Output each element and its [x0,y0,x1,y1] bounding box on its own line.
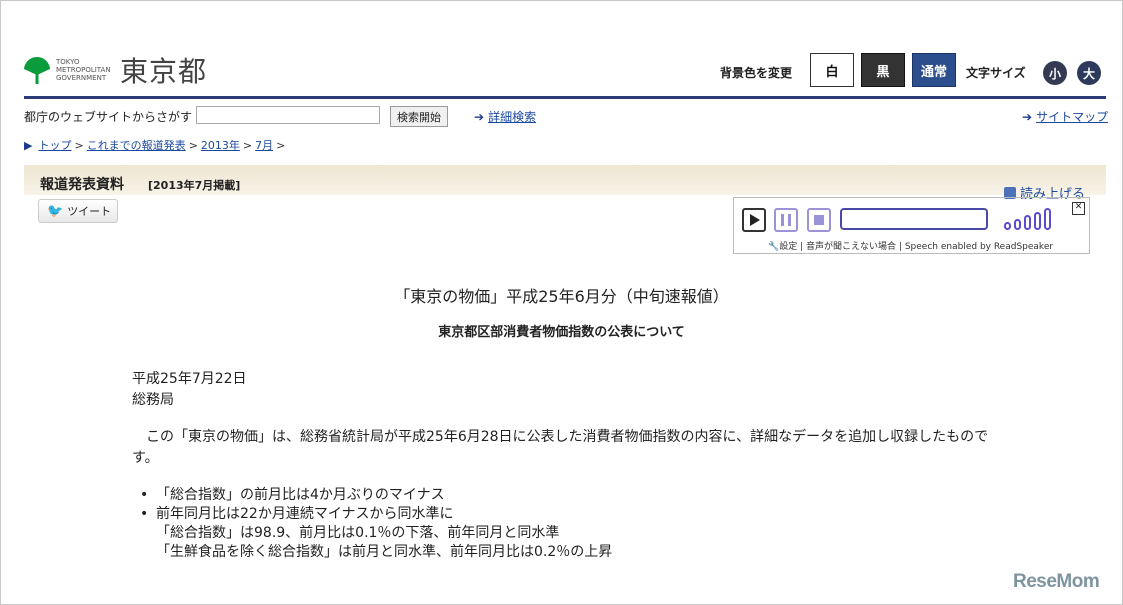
summary-list: 「総合指数」の前月比は4か月ぶりのマイナス 前年同月比は22か月連続マイナスから… [140,486,612,562]
intro-paragraph: この「東京の物価」は、総務省統計局が平成25年6月28日に公表した消費者物価指数… [132,429,989,466]
bg-normal-button[interactable]: 通常 [912,53,956,87]
breadcrumb-top[interactable]: トップ [38,137,71,153]
breadcrumb-press-archive[interactable]: これまでの報道発表 [87,137,186,153]
breadcrumb-month[interactable]: 7月 [255,137,273,153]
department: 総務局 [132,392,174,408]
pause-button[interactable] [774,208,798,232]
pause-icon [781,214,791,226]
document-subtitle: 東京都区部消費者物価指数の公表について [438,325,685,340]
sitemap-link[interactable]: ➔ サイトマップ [1022,108,1108,125]
playback-progress-bar[interactable] [840,208,988,230]
stop-icon [814,215,824,225]
arrow-right-icon: ➔ [474,110,485,124]
player-settings-link[interactable]: 設定 [779,242,797,252]
press-title: 報道発表資料 [40,177,124,193]
speech-player: ✕ 🔧設定 | 音声が聞こえない場合 | Speech enabled by R… [733,197,1090,254]
wrench-icon: 🔧 [768,242,780,252]
list-item: 「総合指数」の前月比は4か月ぶりのマイナス [140,486,612,505]
tokyo-gov-logo[interactable]: TOKYO METROPOLITAN GOVERNMENT 東京都 [24,50,207,90]
font-small-button[interactable]: 小 [1043,61,1067,85]
twitter-bird-icon: 🐦 [47,203,64,219]
player-help-link[interactable]: 音声が聞こえない場合 [806,242,896,252]
breadcrumb: ▶ トップ > これまでの報道発表 > 2013年 > 7月 > [24,137,286,153]
document-title: 「東京の物価」平成25年6月分（中旬速報値） [394,287,729,306]
triangle-right-icon: ▶ [24,138,33,152]
bg-black-button[interactable]: 黒 [861,53,905,87]
tweet-button[interactable]: 🐦 ツイート [38,199,118,223]
volume-control[interactable] [1004,208,1056,230]
list-item: 「総合指数」は98.9、前月比は0.1％の下落、前年同月と同水準 [156,525,560,541]
search-label: 都庁のウェブサイトからさがす [24,110,193,124]
search-input[interactable] [196,106,380,124]
resemom-watermark: ReseMom [1013,571,1100,592]
close-icon[interactable]: ✕ [1072,202,1085,215]
logo-title: 東京都 [120,55,208,88]
arrow-right-icon: ➔ [1022,110,1033,124]
bg-color-label: 背景色を変更 [720,66,793,80]
advanced-search-link[interactable]: ➔ 詳細検索 [474,108,536,125]
font-size-label: 文字サイズ [966,66,1026,80]
stop-button[interactable] [807,208,831,232]
release-date: 平成25年7月22日 [132,371,247,387]
logo-subtitle: TOKYO METROPOLITAN GOVERNMENT [56,58,111,82]
player-footer: 🔧設定 | 音声が聞こえない場合 | Speech enabled by Rea… [768,242,1054,252]
list-item: 前年同月比は22か月連続マイナスから同水準に [140,505,612,524]
font-large-button[interactable]: 大 [1077,61,1101,85]
ginkgo-leaf-icon [24,55,50,85]
breadcrumb-year[interactable]: 2013年 [201,137,240,153]
bg-white-button[interactable]: 白 [810,53,854,87]
header-divider [24,96,1106,99]
play-button[interactable] [742,208,766,232]
press-date: [2013年7月掲載] [148,179,241,192]
list-item: 「生鮮食品を除く総合指数」は前月と同水準、前年同月比は0.2％の上昇 [156,544,613,560]
search-button[interactable]: 検索開始 [390,106,448,127]
play-icon [750,214,760,226]
readspeaker-credit[interactable]: Speech enabled by ReadSpeaker [905,242,1053,252]
